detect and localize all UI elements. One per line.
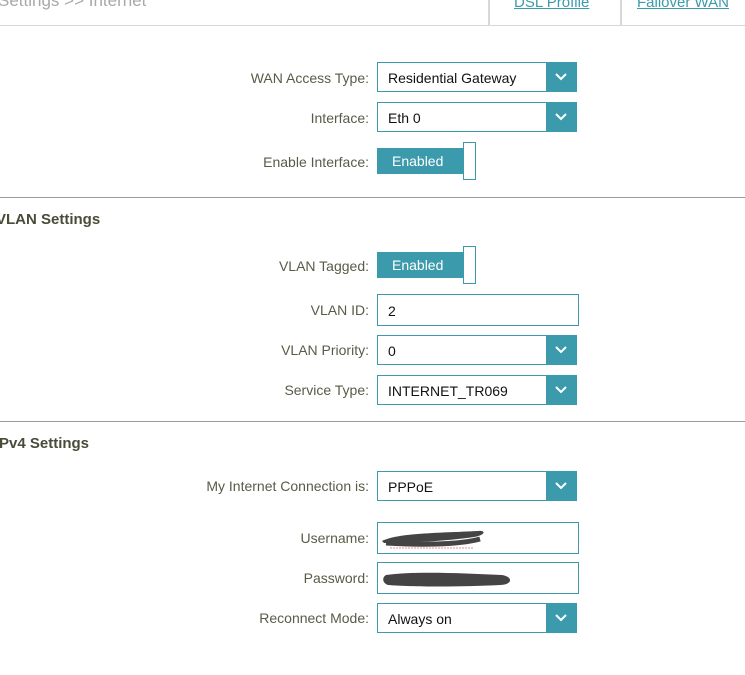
wan-access-type-label: WAN Access Type: (250, 70, 369, 86)
toggle-state-label: Enabled (377, 252, 463, 278)
toggle-knob[interactable] (463, 246, 476, 284)
section-divider (0, 197, 745, 198)
reconnect-mode-value: Always on (388, 611, 452, 627)
password-label: Password: (303, 570, 369, 586)
enable-interface-label: Enable Interface: (263, 154, 369, 170)
vlan-id-input[interactable]: 2 (377, 294, 579, 326)
service-type-value: INTERNET_TR069 (388, 383, 508, 399)
interface-value: Eth 0 (388, 110, 421, 126)
interface-select[interactable]: Eth 0 (377, 102, 577, 132)
internet-connection-select[interactable]: PPPoE (377, 471, 577, 501)
redaction-scribble (383, 572, 511, 587)
toggle-state-label: Enabled (377, 148, 463, 174)
reconnect-mode-select[interactable]: Always on (377, 603, 577, 633)
chevron-down-icon[interactable] (546, 63, 576, 91)
service-type-label: Service Type: (284, 382, 369, 398)
enable-interface-toggle[interactable]: Enabled (377, 142, 477, 182)
breadcrumb: Settings >> Internet (0, 0, 147, 10)
ipv4-settings-title: Pv4 Settings (0, 435, 90, 452)
wan-access-type-select[interactable]: Residential Gateway (377, 62, 577, 92)
header-divider (0, 25, 745, 26)
section-divider (0, 421, 745, 422)
internet-connection-label: My Internet Connection is: (206, 478, 369, 494)
tab-separator (488, 0, 490, 26)
vlan-priority-value: 0 (388, 343, 396, 359)
interface-label: Interface: (310, 110, 369, 126)
vlan-id-label: VLAN ID: (310, 302, 369, 318)
vlan-settings-title: VLAN Settings (0, 211, 101, 228)
username-label: Username: (300, 530, 369, 546)
vlan-id-value: 2 (388, 303, 396, 319)
tab-failover-wan[interactable]: Failover WAN (637, 0, 729, 11)
chevron-down-icon[interactable] (546, 376, 576, 404)
chevron-down-icon[interactable] (546, 472, 576, 500)
password-input[interactable] (377, 562, 579, 594)
tab-dsl-profile[interactable]: DSL Profile (514, 0, 589, 11)
tab-separator (620, 0, 622, 26)
chevron-down-icon[interactable] (546, 604, 576, 632)
service-type-select[interactable]: INTERNET_TR069 (377, 375, 577, 405)
internet-connection-value: PPPoE (388, 479, 434, 495)
vlan-tagged-label: VLAN Tagged: (278, 258, 369, 274)
vlan-priority-select[interactable]: 0 (377, 335, 577, 365)
redaction-scribble (382, 530, 484, 549)
reconnect-mode-label: Reconnect Mode: (259, 610, 369, 626)
toggle-knob[interactable] (463, 142, 476, 180)
wan-access-type-value: Residential Gateway (388, 70, 517, 86)
chevron-down-icon[interactable] (546, 336, 576, 364)
chevron-down-icon[interactable] (546, 103, 576, 131)
vlan-tagged-toggle[interactable]: Enabled (377, 246, 477, 286)
username-input[interactable] (377, 522, 579, 554)
vlan-priority-label: VLAN Priority: (281, 342, 369, 358)
